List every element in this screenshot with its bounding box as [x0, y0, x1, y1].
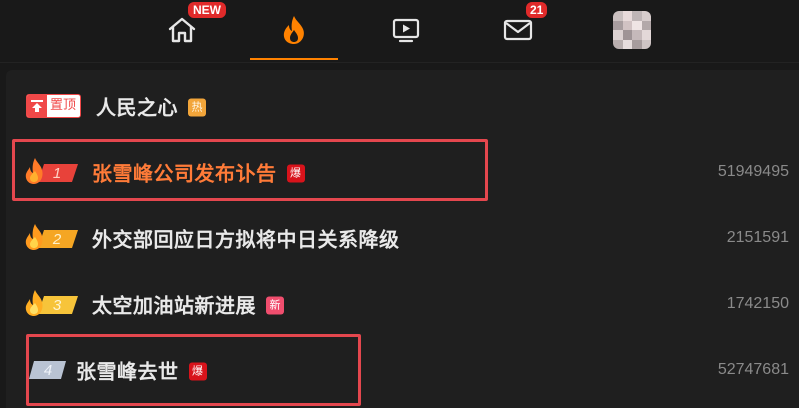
rank-3-flame-icon: 3: [25, 290, 78, 316]
hot-item-title-text: 张雪峰公司发布讣告: [92, 161, 277, 186]
pinned-badge: 置顶: [26, 94, 82, 118]
hot-item-title-text: 太空加油站新进展: [92, 293, 256, 318]
list-item[interactable]: 2 外交部回应日方拟将中日关系降级 2151591: [6, 208, 799, 268]
hot-item-title[interactable]: 太空加油站新进展新: [92, 290, 284, 319]
pin-top-icon: [31, 100, 43, 112]
boom-tag: 爆: [286, 164, 305, 182]
hot-count: 52747681: [717, 361, 789, 378]
hot-count: 1742150: [726, 295, 789, 312]
svg-text:3: 3: [53, 297, 62, 314]
nav-profile[interactable]: [588, 0, 676, 60]
rank-4-badge-icon: 4: [29, 361, 66, 379]
hot-count: 2151591: [726, 229, 789, 246]
video-play-icon: [392, 18, 420, 43]
hot-item-title[interactable]: 张雪峰公司发布讣告爆: [92, 158, 305, 187]
svg-text:4: 4: [44, 362, 52, 379]
nav-messages[interactable]: 21: [474, 0, 562, 60]
rank-1-flame-icon: 1: [25, 158, 78, 184]
boom-tag: 爆: [188, 362, 207, 380]
nav-home[interactable]: NEW: [138, 0, 228, 60]
hot-item-title[interactable]: 人民之心热: [96, 92, 206, 121]
new-tag: 新: [266, 296, 284, 314]
avatar: [613, 11, 651, 49]
hot-count: 51949495: [717, 163, 789, 180]
hot-item-title-text: 人民之心: [96, 95, 178, 120]
top-navigation-bar: NEW 21: [0, 0, 799, 62]
list-item-pinned[interactable]: 置顶 人民之心热: [6, 76, 799, 136]
list-item[interactable]: 4 张雪峰去世爆 52747681: [6, 340, 799, 400]
hot-search-list: 置顶 人民之心热 1 张雪峰公司发布讣告爆 51949495 2 外交部回应日方…: [6, 70, 799, 408]
new-badge: NEW: [186, 0, 228, 20]
pinned-label: 置顶: [50, 98, 77, 113]
nav-hot[interactable]: [250, 0, 338, 60]
messages-count-badge: 21: [524, 0, 550, 20]
svg-text:1: 1: [53, 165, 61, 182]
hot-item-title[interactable]: 外交部回应日方拟将中日关系降级: [92, 224, 400, 253]
hot-item-title-text: 张雪峰去世: [76, 359, 179, 384]
hot-tag: 热: [188, 98, 206, 116]
svg-text:2: 2: [52, 231, 62, 248]
hot-item-title[interactable]: 张雪峰去世爆: [76, 356, 207, 385]
nav-video[interactable]: [362, 0, 450, 60]
list-item[interactable]: 1 张雪峰公司发布讣告爆 51949495: [6, 142, 799, 202]
rank-2-flame-icon: 2: [25, 224, 78, 250]
home-icon: [168, 17, 196, 43]
flame-icon: [283, 16, 304, 44]
hot-item-title-text: 外交部回应日方拟将中日关系降级: [92, 227, 400, 252]
nav-divider: [0, 62, 799, 63]
mail-icon: [503, 19, 533, 41]
list-item[interactable]: 3 太空加油站新进展新 1742150: [6, 274, 799, 334]
